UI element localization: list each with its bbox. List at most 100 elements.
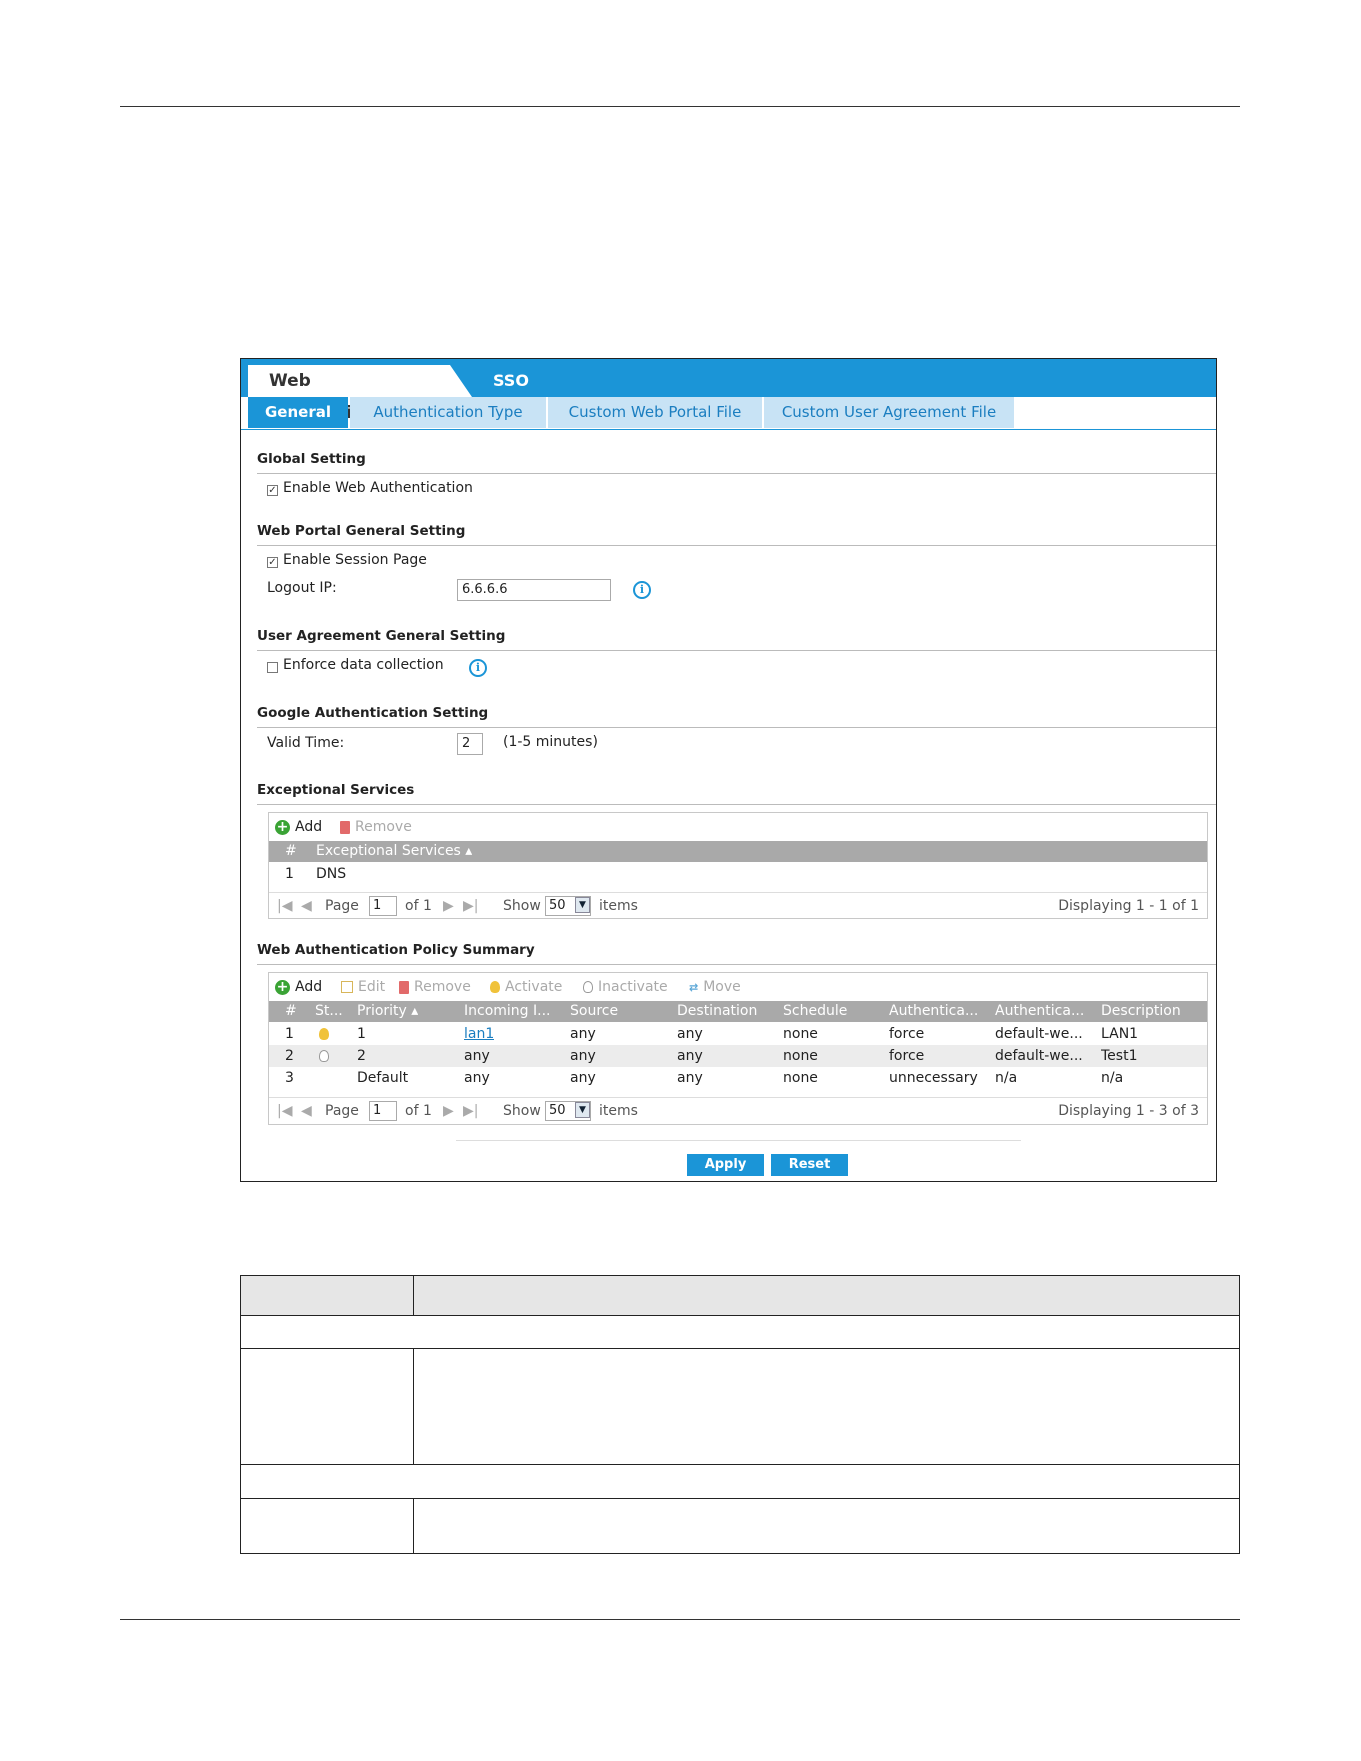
cell-authentication-type: default-we... (995, 1026, 1083, 1042)
logout-ip-label: Logout IP: (267, 580, 337, 596)
subtab-general[interactable]: General (248, 397, 348, 428)
move-icon: ⇄ (689, 980, 699, 994)
column-header-status[interactable]: St... (315, 1001, 343, 1022)
column-header-description[interactable]: Description (1101, 1001, 1181, 1022)
reset-button[interactable]: Reset (771, 1154, 848, 1176)
section-divider (257, 804, 1216, 805)
enable-web-auth-checkbox[interactable]: ✓ (267, 485, 278, 496)
description-table (240, 1275, 1240, 1554)
header-rule (120, 106, 1240, 107)
subtab-authentication-type[interactable]: Authentication Type (350, 397, 546, 428)
last-page-icon[interactable]: ▶| (463, 1098, 478, 1124)
first-page-icon[interactable]: |◀ (277, 893, 292, 919)
add-button[interactable]: + Add (275, 979, 322, 995)
remove-label: Remove (414, 979, 471, 995)
lightbulb-on-icon (490, 981, 500, 993)
enforce-data-collection-checkbox[interactable] (267, 662, 278, 673)
valid-time-hint: (1-5 minutes) (503, 734, 598, 750)
table-row[interactable]: 2 2 any any any none force default-we...… (269, 1045, 1207, 1067)
cell-authentication: force (889, 1026, 925, 1042)
cell-incoming-interface: any (464, 1070, 490, 1086)
next-page-icon[interactable]: ▶ (443, 893, 454, 919)
section-divider (257, 964, 1216, 965)
enable-web-auth-label: Enable Web Authentication (283, 480, 473, 496)
cell-incoming-interface: any (464, 1048, 490, 1064)
valid-time-input[interactable]: 2 (457, 733, 483, 755)
cell-source: any (570, 1070, 596, 1086)
apply-button[interactable]: Apply (687, 1154, 764, 1176)
cell-incoming-interface-link[interactable]: lan1 (464, 1023, 494, 1045)
cell-source: any (570, 1026, 596, 1042)
remove-button[interactable]: Remove (340, 819, 412, 835)
edit-button[interactable]: Edit (341, 979, 385, 995)
section-divider (257, 650, 1216, 651)
logout-ip-input[interactable]: 6.6.6.6 (457, 579, 611, 601)
status-active-icon (319, 1028, 329, 1040)
section-row (241, 1465, 1239, 1499)
tab-web-authentication[interactable]: Web Authentication (248, 365, 450, 423)
enable-session-page-checkbox[interactable]: ✓ (267, 557, 278, 568)
inactivate-label: Inactivate (598, 979, 668, 995)
table-row[interactable]: 1 1 lan1 any any none force default-we..… (269, 1023, 1207, 1045)
section-divider (257, 727, 1216, 728)
table-row[interactable]: 3 Default any any any none unnecessary n… (269, 1067, 1207, 1089)
displaying-count: Displaying 1 - 1 of 1 (1058, 898, 1199, 914)
table-header-row (241, 1276, 1239, 1316)
column-header-number[interactable]: # (285, 1001, 297, 1022)
items-label: items (599, 1103, 638, 1119)
column-header-authentication-type[interactable]: Authentica... (995, 1001, 1084, 1022)
page-number-input[interactable]: 1 (369, 1101, 397, 1121)
add-button[interactable]: + Add (275, 819, 322, 835)
status-inactive-icon (319, 1050, 329, 1062)
chevron-down-icon[interactable]: ▼ (575, 897, 590, 913)
column-header-schedule[interactable]: Schedule (783, 1001, 847, 1022)
cell-description: n/a (1101, 1070, 1124, 1086)
table-row[interactable]: 1 DNS (269, 863, 1207, 885)
tab-edge-decoration (450, 365, 472, 397)
footer-rule (120, 1619, 1240, 1620)
page-number-input[interactable]: 1 (369, 896, 397, 916)
column-header-destination[interactable]: Destination (677, 1001, 757, 1022)
chevron-down-icon[interactable]: ▼ (575, 1102, 590, 1118)
info-icon[interactable]: i (469, 659, 487, 677)
valid-time-label: Valid Time: (267, 735, 345, 751)
show-label: Show (503, 1103, 541, 1119)
column-header-authentication[interactable]: Authentica... (889, 1001, 978, 1022)
header-cell-label (241, 1276, 414, 1315)
add-icon: + (275, 818, 290, 835)
subtab-custom-web-portal-file[interactable]: Custom Web Portal File (548, 397, 762, 428)
table-header: # Exceptional Services ▴ (269, 841, 1207, 862)
add-icon: + (275, 978, 290, 995)
cell-destination: any (677, 1048, 703, 1064)
next-page-icon[interactable]: ▶ (443, 1098, 454, 1124)
displaying-count: Displaying 1 - 3 of 3 (1058, 1103, 1199, 1119)
remove-label: Remove (355, 819, 412, 835)
add-label: Add (295, 819, 323, 835)
column-header-number[interactable]: # (285, 841, 297, 862)
remove-button[interactable]: Remove (399, 979, 471, 995)
activate-button[interactable]: Activate (490, 979, 562, 995)
column-header-exceptional-services[interactable]: Exceptional Services ▴ (316, 841, 472, 862)
inactivate-button[interactable]: Inactivate (583, 979, 668, 995)
column-header-priority[interactable]: Priority ▴ (357, 1001, 418, 1022)
info-icon[interactable]: i (633, 581, 651, 599)
cell-priority: 2 (357, 1048, 366, 1064)
cell-authentication: unnecessary (889, 1070, 978, 1086)
table-header: # St... Priority ▴ Incoming I... Source … (269, 1001, 1207, 1022)
first-page-icon[interactable]: |◀ (277, 1098, 292, 1124)
add-label: Add (295, 979, 323, 995)
move-button[interactable]: ⇄ Move (689, 979, 741, 995)
edit-label: Edit (358, 979, 386, 995)
policy-summary-panel: + Add Edit Remove Activate Inactivate ⇄ … (268, 972, 1208, 1125)
cell-authentication-type: default-we... (995, 1048, 1083, 1064)
tab-sso[interactable]: SSO (493, 365, 529, 397)
column-header-incoming-interface[interactable]: Incoming I... (464, 1001, 550, 1022)
section-title-policy-summary: Web Authentication Policy Summary (257, 942, 535, 958)
last-page-icon[interactable]: ▶| (463, 893, 478, 919)
cell-priority: Default (357, 1070, 409, 1086)
subtab-custom-user-agreement-file[interactable]: Custom User Agreement File (764, 397, 1014, 428)
column-header-source[interactable]: Source (570, 1001, 618, 1022)
cell-destination: any (677, 1070, 703, 1086)
prev-page-icon[interactable]: ◀ (301, 1098, 312, 1124)
prev-page-icon[interactable]: ◀ (301, 893, 312, 919)
